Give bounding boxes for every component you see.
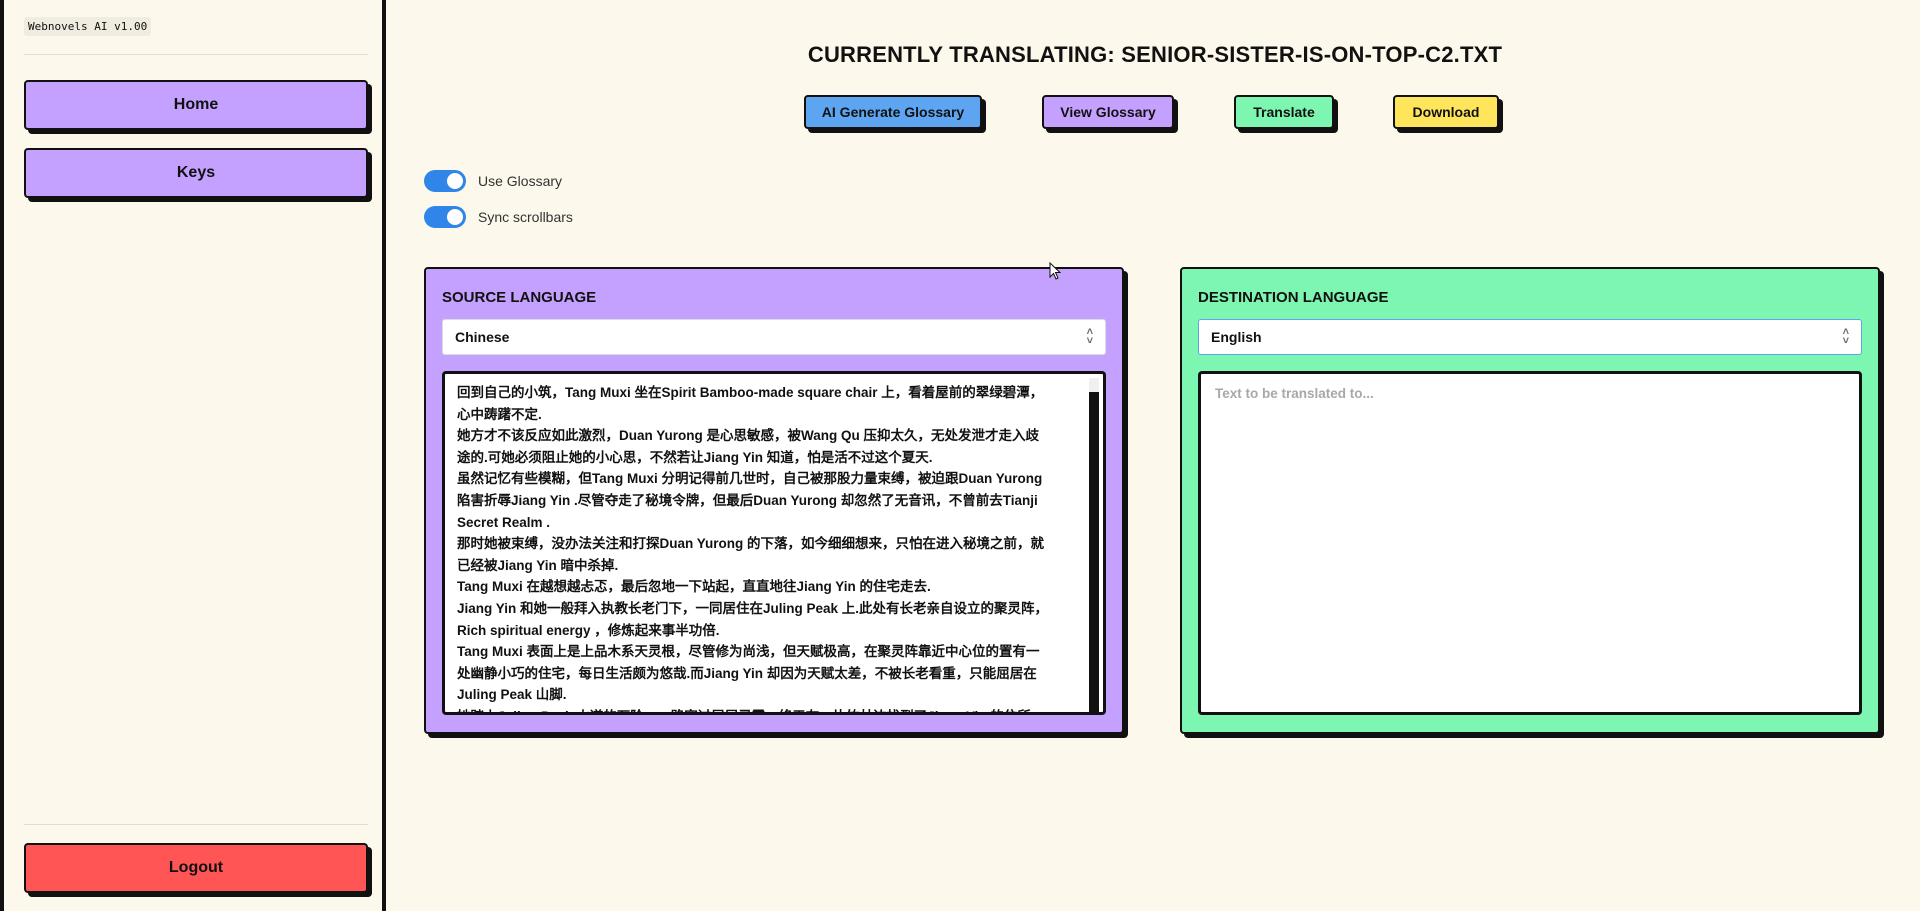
source-text-area[interactable]: 回到自己的小筑，Tang Muxi 坐在Spirit Bamboo-made s… xyxy=(442,371,1106,715)
sync-scrollbars-row: Sync scrollbars xyxy=(424,206,573,228)
translate-button[interactable]: Translate xyxy=(1234,95,1334,129)
destination-placeholder: Text to be translated to... xyxy=(1215,386,1374,401)
use-glossary-toggle[interactable] xyxy=(424,170,466,192)
destination-language-panel: DESTINATION LANGUAGE English ˄ ˅ Text to … xyxy=(1180,267,1880,734)
use-glossary-label: Use Glossary xyxy=(478,173,563,189)
source-scrollbar-thumb[interactable] xyxy=(1089,392,1099,712)
source-text: 回到自己的小筑，Tang Muxi 坐在Spirit Bamboo-made s… xyxy=(457,385,1049,712)
source-language-select[interactable]: Chinese ˄ ˅ xyxy=(442,319,1106,355)
source-language-heading: SOURCE LANGUAGE xyxy=(442,289,597,306)
sidebar: Webnovels AI v1.00 Home Keys Logout xyxy=(0,0,386,911)
destination-language-value: English xyxy=(1211,329,1262,345)
sidebar-keys-button[interactable]: Keys xyxy=(24,148,368,198)
destination-language-heading: DESTINATION LANGUAGE xyxy=(1198,289,1389,306)
sync-scrollbars-toggle[interactable] xyxy=(424,206,466,228)
chevron-up-down-icon: ˄ ˅ xyxy=(1086,326,1093,347)
sidebar-bottom-divider xyxy=(24,824,368,825)
source-scrollbar[interactable] xyxy=(1089,378,1099,712)
app-brand: Webnovels AI v1.00 xyxy=(24,17,152,36)
sidebar-home-button[interactable]: Home xyxy=(24,80,368,130)
ai-generate-glossary-button[interactable]: AI Generate Glossary xyxy=(804,95,982,129)
page-title: CURRENTLY TRANSLATING: SENIOR-SISTER-IS-… xyxy=(807,42,1503,67)
toggle-knob xyxy=(447,209,463,225)
logout-button[interactable]: Logout xyxy=(24,843,368,893)
mouse-cursor-icon xyxy=(1049,262,1061,280)
destination-text-area[interactable]: Text to be translated to... xyxy=(1198,371,1862,715)
download-button[interactable]: Download xyxy=(1393,95,1499,129)
sidebar-top-divider xyxy=(24,54,368,55)
destination-language-select[interactable]: English ˄ ˅ xyxy=(1198,319,1862,355)
chevron-up-down-icon: ˄ ˅ xyxy=(1842,326,1849,347)
use-glossary-row: Use Glossary xyxy=(424,170,562,192)
toggle-knob xyxy=(447,173,463,189)
source-language-value: Chinese xyxy=(455,329,510,345)
sync-scrollbars-label: Sync scrollbars xyxy=(478,209,573,225)
view-glossary-button[interactable]: View Glossary xyxy=(1042,95,1174,129)
source-language-panel: SOURCE LANGUAGE Chinese ˄ ˅ 回到自己的小筑，Tang … xyxy=(424,267,1124,734)
